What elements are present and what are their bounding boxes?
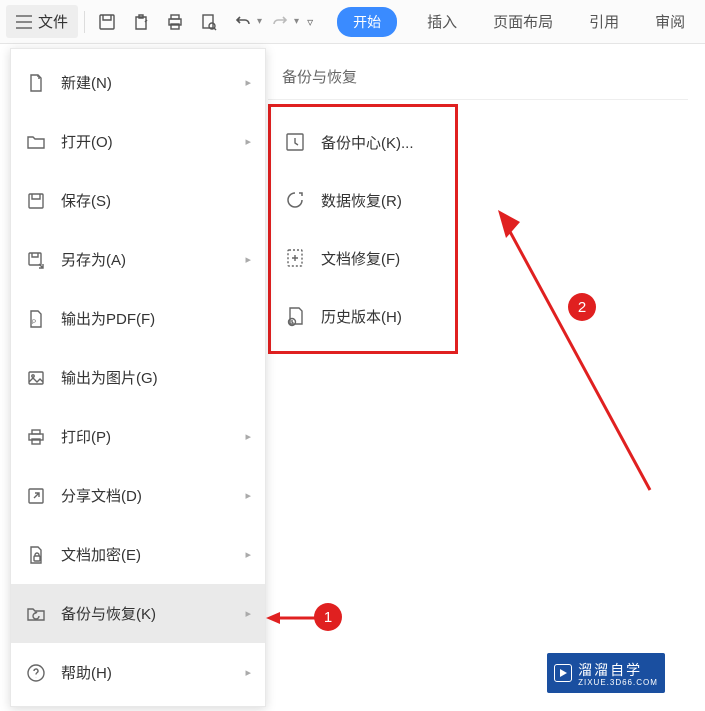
chevron-right-icon: ▸ [245, 489, 251, 502]
menu-save[interactable]: 保存(S) [11, 171, 265, 230]
file-menu-button[interactable]: 文件 [6, 5, 78, 38]
tab-start[interactable]: 开始 [337, 7, 397, 37]
annotation-arrow-1 [266, 608, 318, 628]
menu-export-image[interactable]: 输出为图片(G) [11, 348, 265, 407]
chevron-down-icon: ▾ [257, 16, 262, 27]
folder-open-icon [25, 131, 47, 153]
annotation-badge-1: 1 [314, 603, 342, 631]
menu-label: 打开(O) [61, 131, 231, 152]
submenu-title: 备份与恢复 [268, 60, 688, 100]
redo-icon [264, 6, 296, 38]
backup-icon [25, 603, 47, 625]
chevron-down-icon: ▾ [294, 16, 299, 27]
help-icon [25, 662, 47, 684]
ribbon-tabs: 开始 插入 页面布局 引用 审阅 [337, 7, 691, 37]
preview-icon[interactable] [193, 6, 225, 38]
chevron-right-icon: ▸ [245, 253, 251, 266]
menu-backup-restore[interactable]: 备份与恢复(K) ▸ [11, 584, 265, 643]
tab-review[interactable]: 审阅 [649, 7, 691, 36]
submenu-panel: 备份与恢复 备份中心(K)... 数据恢复(R) 文档修复(F) 历史版本(H) [268, 60, 705, 354]
doc-repair-icon [283, 246, 307, 270]
submenu-doc-repair[interactable]: 文档修复(F) [271, 229, 455, 287]
watermark-main: 溜溜自学 [578, 660, 658, 680]
menu-label: 输出为PDF(F) [61, 308, 251, 329]
recover-icon [283, 188, 307, 212]
tab-insert[interactable]: 插入 [421, 7, 463, 36]
customize-dropdown[interactable]: ▿ [301, 6, 321, 38]
menu-save-as[interactable]: 另存为(A) ▸ [11, 230, 265, 289]
menu-export-pdf[interactable]: P 输出为PDF(F) [11, 289, 265, 348]
submenu-highlight-box: 备份中心(K)... 数据恢复(R) 文档修复(F) 历史版本(H) [268, 104, 458, 354]
submenu-data-recover[interactable]: 数据恢复(R) [271, 171, 455, 229]
menu-label: 文档加密(E) [61, 544, 231, 565]
submenu-label: 备份中心(K)... [321, 132, 414, 153]
menu-label: 备份与恢复(K) [61, 603, 231, 624]
menu-encrypt[interactable]: 文档加密(E) ▸ [11, 525, 265, 584]
chevron-right-icon: ▸ [245, 430, 251, 443]
menu-print[interactable]: 打印(P) ▸ [11, 407, 265, 466]
menu-label: 另存为(A) [61, 249, 231, 270]
submenu-label: 历史版本(H) [321, 306, 402, 327]
save-icon [25, 190, 47, 212]
menu-new[interactable]: 新建(N) ▸ [11, 53, 265, 112]
menu-label: 保存(S) [61, 190, 251, 211]
menu-open[interactable]: 打开(O) ▸ [11, 112, 265, 171]
print-icon[interactable] [159, 6, 191, 38]
chevron-down-icon: ▿ [307, 15, 313, 29]
tab-reference[interactable]: 引用 [583, 7, 625, 36]
menu-label: 新建(N) [61, 72, 231, 93]
annotation-badge-2: 2 [568, 293, 596, 321]
file-label: 文件 [38, 11, 68, 32]
undo-dropdown[interactable]: ▾ [227, 6, 262, 38]
menu-label: 帮助(H) [61, 662, 231, 683]
chevron-right-icon: ▸ [245, 135, 251, 148]
share-icon [25, 485, 47, 507]
chevron-right-icon: ▸ [245, 548, 251, 561]
toolbar: 文件 ▾ ▾ ▿ 开始 插入 页面布局 引用 审阅 [0, 0, 705, 44]
tab-layout[interactable]: 页面布局 [487, 7, 559, 36]
menu-share[interactable]: 分享文档(D) ▸ [11, 466, 265, 525]
save-as-icon [25, 249, 47, 271]
backup-center-icon [283, 130, 307, 154]
chevron-right-icon: ▸ [245, 607, 251, 620]
paste-icon[interactable] [125, 6, 157, 38]
pdf-icon: P [25, 308, 47, 330]
svg-text:P: P [32, 320, 36, 326]
chevron-right-icon: ▸ [245, 76, 251, 89]
separator [84, 11, 85, 33]
submenu-label: 文档修复(F) [321, 248, 400, 269]
history-icon [283, 304, 307, 328]
menu-label: 打印(P) [61, 426, 231, 447]
hamburger-icon [16, 15, 32, 29]
print-icon [25, 426, 47, 448]
submenu-backup-center[interactable]: 备份中心(K)... [271, 113, 455, 171]
menu-label: 分享文档(D) [61, 485, 231, 506]
play-icon [554, 664, 572, 682]
submenu-label: 数据恢复(R) [321, 190, 402, 211]
menu-help[interactable]: 帮助(H) ▸ [11, 643, 265, 702]
save-icon[interactable] [91, 6, 123, 38]
redo-dropdown[interactable]: ▾ [264, 6, 299, 38]
menu-label: 输出为图片(G) [61, 367, 251, 388]
undo-icon [227, 6, 259, 38]
watermark-sub: ZIXUE.3D66.COM [578, 678, 658, 687]
image-icon [25, 367, 47, 389]
chevron-right-icon: ▸ [245, 666, 251, 679]
new-file-icon [25, 72, 47, 94]
file-menu-panel: 新建(N) ▸ 打开(O) ▸ 保存(S) 另存为(A) ▸ P 输出为PDF(… [10, 48, 266, 707]
lock-file-icon [25, 544, 47, 566]
submenu-history[interactable]: 历史版本(H) [271, 287, 455, 345]
watermark: 溜溜自学 ZIXUE.3D66.COM [547, 653, 665, 693]
